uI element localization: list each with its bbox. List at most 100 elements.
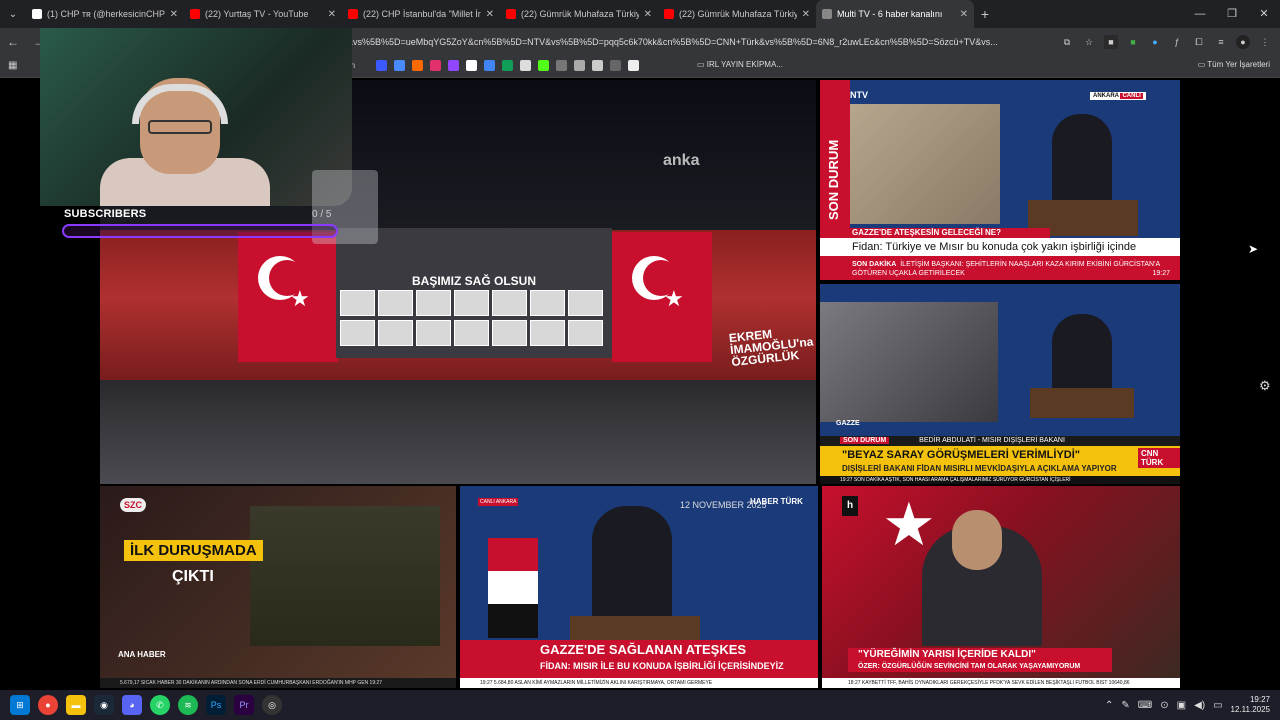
mic-icon[interactable]: ⊙ <box>1160 700 1168 711</box>
bookmark-icon[interactable] <box>412 60 423 71</box>
bookmark-icon[interactable] <box>394 60 405 71</box>
chrome-icon[interactable]: ● <box>38 695 58 715</box>
bookmark-icon[interactable] <box>430 60 441 71</box>
install-icon[interactable]: ⧉ <box>1060 35 1074 49</box>
anka-watermark: anka <box>663 152 700 169</box>
language-icon[interactable]: ⌨ <box>1138 700 1152 711</box>
crowd-image <box>100 380 816 484</box>
whatsapp-icon[interactable]: ✆ <box>150 695 170 715</box>
back-icon[interactable]: ← <box>0 35 26 49</box>
youtube-icon <box>190 9 200 19</box>
halk-tv-logo: h <box>842 496 858 516</box>
headline: GAZZE'DE ATEŞKESİN GELECEĞİ NE? <box>850 228 1050 238</box>
haberturk-feed[interactable]: CANLI ANKARA 12 NOVEMBER 2025 HABER TÜRK… <box>460 486 818 688</box>
media-icon[interactable]: ≡ <box>1214 35 1228 49</box>
bookmark-icon[interactable] <box>448 60 459 71</box>
live-badge: ANKARA CANLI <box>1090 92 1146 100</box>
steam-icon[interactable]: ◉ <box>94 695 114 715</box>
bookmark-folder[interactable]: ▭ IRL YAYIN EKİPMA... <box>697 60 783 69</box>
windows-start-icon[interactable]: ⊞ <box>10 695 30 715</box>
tab-chp-istanbul[interactable]: (22) CHP İstanbul'da "Millet İra... ✕ <box>342 0 500 28</box>
extension-icon[interactable]: ■ <box>1126 35 1140 49</box>
new-tab-button[interactable]: + <box>974 6 996 22</box>
battery-icon[interactable]: ▭ <box>1213 700 1222 711</box>
turkish-flag: ★ <box>612 232 712 362</box>
pen-icon[interactable]: ✎ <box>1121 700 1129 711</box>
close-tab-icon[interactable]: ✕ <box>802 9 810 20</box>
show-name: ANA HABER <box>118 650 166 659</box>
browser-tabbar: ⌄ (1) CHP ᴛʀ (@herkesicinCHP) / X✕ (22) … <box>0 0 1280 28</box>
x-icon <box>32 9 42 19</box>
spotify-icon[interactable]: ≋ <box>178 695 198 715</box>
extensions-puzzle-icon[interactable]: ⧠ <box>1192 35 1206 49</box>
close-window-icon[interactable]: ✕ <box>1248 0 1280 28</box>
ntv-feed[interactable]: SON DURUM NTV ANKARA CANLI GAZZE'DE ATEŞ… <box>820 80 1180 280</box>
apps-icon[interactable]: ▦ <box>8 60 17 71</box>
tab-list-icon[interactable]: ⌄ <box>0 9 26 20</box>
bookmark-icon[interactable] <box>376 60 387 71</box>
photoshop-icon[interactable]: Ps <box>206 695 226 715</box>
bookmark-icon[interactable] <box>484 60 495 71</box>
bookmark-icon[interactable] <box>628 60 639 71</box>
close-tab-icon[interactable]: ✕ <box>960 9 968 20</box>
martyr-photos <box>340 290 603 346</box>
bookmark-icon[interactable] <box>556 60 567 71</box>
minimize-icon[interactable]: — <box>1184 0 1216 28</box>
close-tab-icon[interactable]: ✕ <box>170 9 178 20</box>
bookmark-icon[interactable] <box>610 60 621 71</box>
all-bookmarks[interactable]: ▭ Tüm Yer İşaretleri <box>1198 60 1270 69</box>
close-tab-icon[interactable]: ✕ <box>328 9 336 20</box>
youtube-icon <box>664 9 674 19</box>
sozcu-feed[interactable]: SZC İLK DURUŞMADA ÇIKTI ANA HABER 5.679,… <box>100 486 456 688</box>
network-icon[interactable]: ▣ <box>1177 700 1186 711</box>
mouse-cursor-icon: ➤ <box>1248 242 1259 256</box>
halk-tv-feed[interactable]: ★ h "YÜREĞİMİN YARISI İÇERİDE KALDI" ÖZER… <box>822 486 1180 688</box>
clock[interactable]: 19:27 12.11.2025 <box>1231 695 1270 715</box>
maximize-icon[interactable]: ❐ <box>1216 0 1248 28</box>
extension-icon[interactable]: ■ <box>1104 35 1118 49</box>
subscribers-count: 0 / 5 <box>312 209 332 220</box>
bookmark-icon[interactable] <box>592 60 603 71</box>
bus-slogan: EKREM İMAMOĞLU'na ÖZGÜRLÜK <box>728 326 815 370</box>
address-bar[interactable]: al&vs%5B%5D=ueMbqYG5ZoY&cn%5B%5D=NTV&vs%… <box>340 31 1020 53</box>
cnn-turk-feed[interactable]: GAZZE SON DURUM BEDİR ABDULATİ - MISIR DI… <box>820 284 1180 484</box>
tab-chp-x[interactable]: (1) CHP ᴛʀ (@herkesicinCHP) / X✕ <box>26 0 184 28</box>
headline: "YÜREĞİMİN YARISI İÇERİDE KALDI" ÖZER: ÖZ… <box>848 648 1112 672</box>
memorial-banner: BAŞIMIZ SAĞ OLSUN <box>336 228 612 358</box>
tab-gumruk-2[interactable]: (22) Gümrük Muhafaza Türkiye ✕ <box>658 0 816 28</box>
news-ticker: 18:27 KAYBETTİ TFF, BAHİS OYNADIKLARI GE… <box>822 678 1180 688</box>
tab-multi-tv[interactable]: Multi TV - 6 haber kanalını ✕ <box>816 0 974 28</box>
close-tab-icon[interactable]: ✕ <box>644 9 652 20</box>
discord-icon[interactable]: ◕ <box>122 695 142 715</box>
obs-icon[interactable]: ◎ <box>262 695 282 715</box>
ntv-logo: NTV <box>850 90 868 100</box>
settings-gear-icon[interactable]: ⚙ <box>1259 378 1271 394</box>
news-ticker: 19:27 5.684,80 ASLAN KİMİ AYMAZLARIN MİL… <box>460 678 818 688</box>
tab-gumruk-1[interactable]: (22) Gümrük Muhafaza Türkiye ✕ <box>500 0 658 28</box>
bookmark-icon[interactable] <box>574 60 585 71</box>
bookmark-star-icon[interactable]: ☆ <box>1082 35 1096 49</box>
bookmark-icon[interactable] <box>466 60 477 71</box>
menu-icon[interactable]: ⋮ <box>1258 35 1272 49</box>
live-badge: CANLI ANKARA <box>478 498 519 506</box>
news-ticker: 5.679,17 SICAK HABER 30 DAKİKANIN ARDIND… <box>100 678 456 688</box>
extension-icon[interactable]: ƒ <box>1170 35 1184 49</box>
bookmark-icon[interactable] <box>520 60 531 71</box>
windows-taskbar: ⊞ ● ▬ ◉ ◕ ✆ ≋ Ps Pr ◎ <box>0 690 1280 720</box>
file-explorer-icon[interactable]: ▬ <box>66 695 86 715</box>
volume-icon[interactable]: ◀) <box>1194 700 1205 711</box>
bookmark-icon[interactable] <box>538 60 549 71</box>
subline: Fidan: Türkiye ve Mısır bu konuda çok ya… <box>820 238 1180 256</box>
bookmark-icon[interactable] <box>502 60 513 71</box>
podium <box>1030 388 1134 418</box>
tab-yurttas[interactable]: (22) Yurttaş TV - YouTube ✕ <box>184 0 342 28</box>
location-label: GAZZE <box>836 420 860 427</box>
close-tab-icon[interactable]: ✕ <box>486 9 494 20</box>
flag-star: ★ <box>882 491 936 558</box>
extension-icon[interactable]: ● <box>1148 35 1162 49</box>
tray-chevron-icon[interactable]: ⌃ <box>1105 700 1113 711</box>
profile-avatar[interactable]: ● <box>1236 35 1250 49</box>
egypt-flag <box>488 538 538 638</box>
sozcu-logo: SZC <box>120 498 146 512</box>
premiere-icon[interactable]: Pr <box>234 695 254 715</box>
